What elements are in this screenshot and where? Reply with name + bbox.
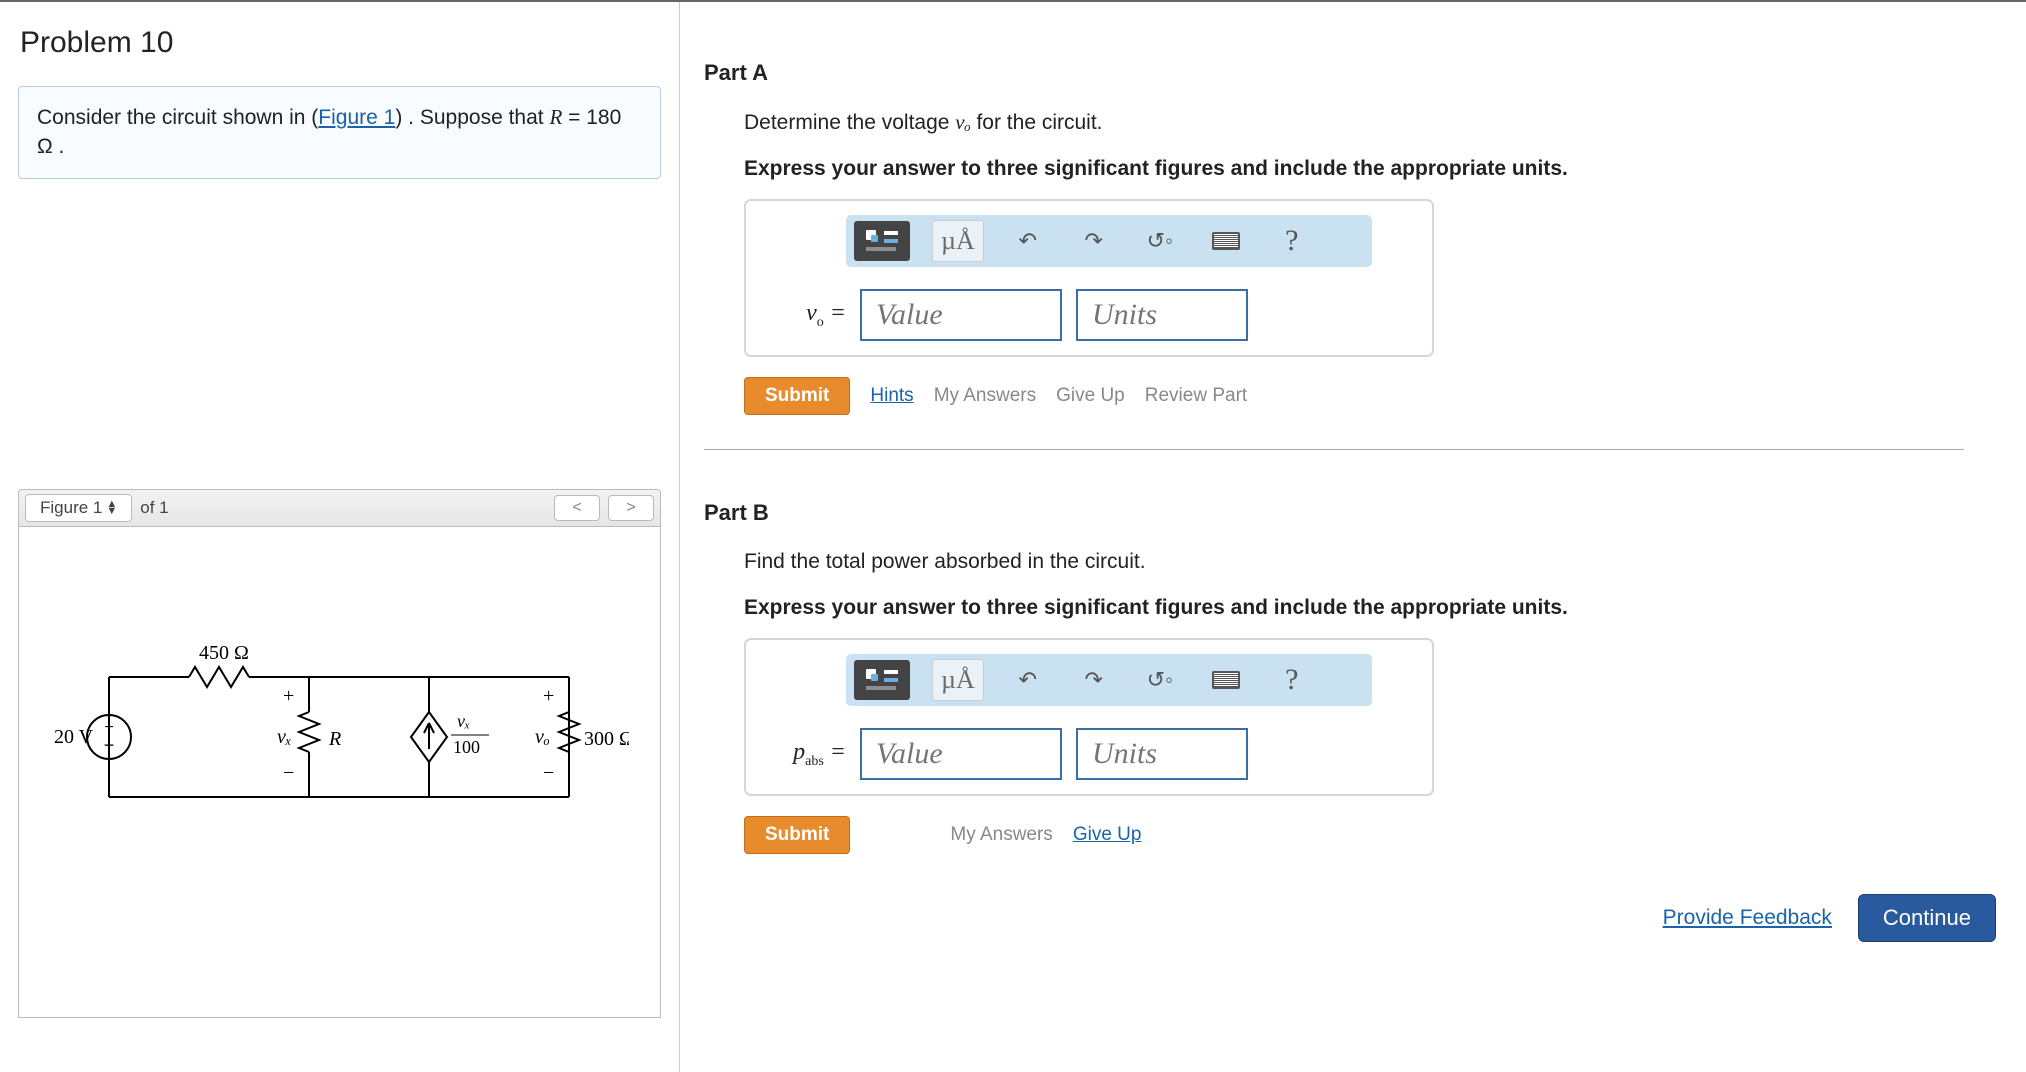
divider <box>704 449 1964 450</box>
svg-text:20 V: 20 V <box>54 726 94 748</box>
part-a-submit-button[interactable]: Submit <box>744 377 850 415</box>
figure-toolbar: Figure 1 ▲▼ of 1 < > <box>18 489 661 527</box>
part-b-heading: Part B <box>704 500 2002 526</box>
continue-button[interactable]: Continue <box>1858 894 1996 942</box>
figure-of-text: of 1 <box>140 498 168 518</box>
svg-text:300 Ω: 300 Ω <box>584 728 629 750</box>
keyboard-icon[interactable] <box>1204 660 1248 700</box>
svg-text:R: R <box>328 728 341 750</box>
templates-icon[interactable] <box>854 221 910 261</box>
svg-text:450 Ω: 450 Ω <box>199 642 249 664</box>
part-b-value-input[interactable] <box>860 728 1062 780</box>
help-icon[interactable]: ? <box>1270 221 1314 261</box>
svg-text:−: − <box>543 762 554 784</box>
figure-body: + − <box>18 527 661 1018</box>
answer-toolbar-a: µÅ ↶ ↷ ↺◦ ? <box>846 215 1372 267</box>
part-a-answer-box: µÅ ↶ ↷ ↺◦ ? vo = <box>744 199 1434 357</box>
reset-icon[interactable]: ↺◦ <box>1138 660 1182 700</box>
part-b-prompt: Find the total power absorbed in the cir… <box>744 550 2002 574</box>
part-a-instruction: Express your answer to three significant… <box>744 157 2002 181</box>
figure-selector[interactable]: Figure 1 ▲▼ <box>25 494 132 522</box>
part-a-variable-label: vo = <box>766 300 846 331</box>
svg-text:+: + <box>104 719 113 736</box>
figure-link[interactable]: Figure 1 <box>318 106 395 129</box>
part-a-prompt: Determine the voltage vₒ for the circuit… <box>744 110 2002 135</box>
part-b-units-input[interactable] <box>1076 728 1248 780</box>
templates-icon[interactable] <box>854 660 910 700</box>
give-up-a[interactable]: Give Up <box>1056 385 1125 407</box>
give-up-b[interactable]: Give Up <box>1073 824 1142 846</box>
svg-text:−: − <box>283 762 294 784</box>
part-b-answer-box: µÅ ↶ ↷ ↺◦ ? pabs = <box>744 638 1434 796</box>
svg-text:vₓ: vₓ <box>457 711 470 731</box>
problem-statement: Consider the circuit shown in (Figure 1)… <box>18 86 661 179</box>
redo-icon[interactable]: ↷ <box>1072 660 1116 700</box>
my-answers-b[interactable]: My Answers <box>950 824 1052 846</box>
svg-text:+: + <box>543 685 554 707</box>
hints-link[interactable]: Hints <box>870 385 913 407</box>
circuit-diagram: + − <box>49 617 629 857</box>
keyboard-icon[interactable] <box>1204 221 1248 261</box>
undo-icon[interactable]: ↶ <box>1006 660 1050 700</box>
figure-prev-button[interactable]: < <box>554 495 600 521</box>
reset-icon[interactable]: ↺◦ <box>1138 221 1182 261</box>
part-a-value-input[interactable] <box>860 289 1062 341</box>
figure-panel: Figure 1 ▲▼ of 1 < > <box>18 489 661 1018</box>
stepper-icon: ▲▼ <box>106 501 117 515</box>
units-button[interactable]: µÅ <box>932 220 984 262</box>
svg-text:100: 100 <box>453 737 480 757</box>
part-b-instruction: Express your answer to three significant… <box>744 596 2002 620</box>
units-button[interactable]: µÅ <box>932 659 984 701</box>
problem-title: Problem 10 <box>20 26 661 60</box>
provide-feedback-link[interactable]: Provide Feedback <box>1663 906 1832 930</box>
part-b-variable-label: pabs = <box>766 739 846 770</box>
my-answers-a[interactable]: My Answers <box>934 385 1036 407</box>
review-part-a[interactable]: Review Part <box>1145 385 1247 407</box>
figure-next-button[interactable]: > <box>608 495 654 521</box>
undo-icon[interactable]: ↶ <box>1006 221 1050 261</box>
part-b-submit-button[interactable]: Submit <box>744 816 850 854</box>
svg-text:vₓ: vₓ <box>277 726 292 748</box>
svg-text:vₒ: vₒ <box>535 726 550 748</box>
redo-icon[interactable]: ↷ <box>1072 221 1116 261</box>
part-a-heading: Part A <box>704 60 2002 86</box>
part-a-units-input[interactable] <box>1076 289 1248 341</box>
answer-toolbar-b: µÅ ↶ ↷ ↺◦ ? <box>846 654 1372 706</box>
svg-text:−: − <box>104 735 115 755</box>
svg-text:+: + <box>283 685 294 707</box>
help-icon[interactable]: ? <box>1270 660 1314 700</box>
